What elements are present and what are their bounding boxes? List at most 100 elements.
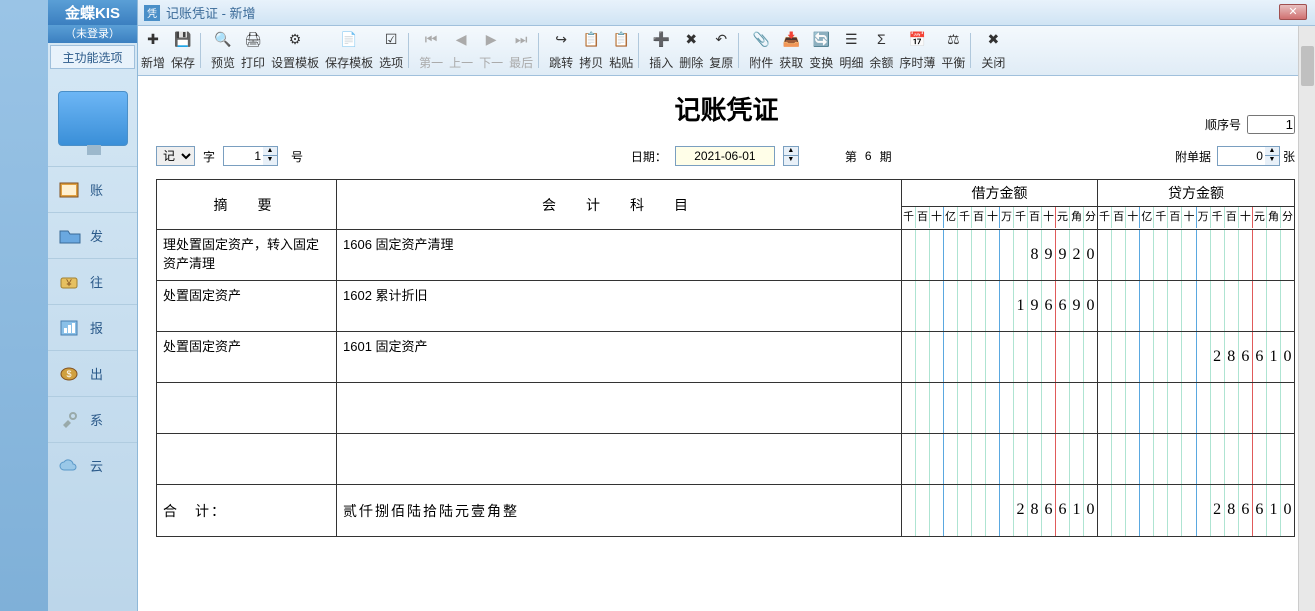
toolbar-restore-button[interactable]: ↶复原 [706,27,736,74]
credit-cell[interactable] [1098,434,1294,484]
sidebar-item-money[interactable]: ￥往 [48,258,137,304]
amount-digit: 6 [1239,332,1253,382]
toolbar-print-button[interactable]: 🖨打印 [238,27,268,74]
login-status: （未登录） [48,25,137,43]
toolbar-settpl-button[interactable]: ⚙设置模板 [268,27,322,74]
sidebar-item-book[interactable]: 账 [48,166,137,212]
amount-digit [944,485,958,536]
toolbar-savetpl-button[interactable]: 📄保存模板 [322,27,376,74]
credit-cell[interactable] [1098,230,1294,280]
summary-cell[interactable]: 处置固定资产 [157,281,337,331]
account-cell[interactable]: 1606 固定资产清理 [337,230,902,280]
amount-digit [1239,434,1253,484]
amount-digit [972,332,986,382]
amount-digit [1182,434,1196,484]
unit-cell: 十 [1182,207,1196,228]
debit-cell[interactable]: 196690 [902,281,1098,331]
amount-digit [1225,230,1239,280]
voucher-row[interactable] [157,434,1294,485]
credit-cell[interactable] [1098,383,1294,433]
toolbar-option-button[interactable]: ☑选项 [376,27,406,74]
toolbar-attach-button[interactable]: 📎附件 [746,27,776,74]
toolbar-preview-button[interactable]: 🔍预览 [208,27,238,74]
voucher-area: 记账凭证 顺序号 记 字 ▲▼ 号 日期： [138,76,1315,611]
debit-cell[interactable] [902,332,1098,382]
voucher-row[interactable]: 理处置固定资产，转入固定资产清理1606 固定资产清理89920 [157,230,1294,281]
book-icon [58,180,82,200]
account-cell[interactable] [337,434,902,484]
scrollbar-thumb[interactable] [1301,46,1314,86]
credit-cell[interactable]: 286610 [1098,332,1294,382]
sidebar-item-cloud[interactable]: 云 [48,442,137,488]
monitor-icon [48,71,137,166]
sidebar-item-label: 云 [90,456,103,475]
option-icon: ☑ [381,30,401,48]
jump-icon: ↪ [551,30,571,48]
sidebar-item-report[interactable]: 报 [48,304,137,350]
amount-digit [1014,230,1028,280]
toolbar-balchk-button[interactable]: ⚖平衡 [938,27,968,74]
toolbar-jump-button[interactable]: ↪跳转 [546,27,576,74]
toolbar-switch-button[interactable]: 🔄变换 [806,27,836,74]
scrollbar-vertical[interactable] [1298,26,1315,611]
voucher-row[interactable]: 处置固定资产1602 累计折旧196690 [157,281,1294,332]
credit-cell[interactable] [1098,281,1294,331]
amount-digit [1168,485,1182,536]
toolbar-new-button[interactable]: ✚新增 [138,27,168,74]
sidebar-main-tab[interactable]: 主功能选项 [50,45,135,69]
voucher-number-input[interactable] [223,146,263,166]
amount-digit [916,230,930,280]
date-input[interactable] [675,146,775,166]
debit-cell[interactable]: 89920 [902,230,1098,280]
sidebar-item-tools[interactable]: 系 [48,396,137,442]
toolbar-insert-button[interactable]: ➕插入 [646,27,676,74]
toolbar-balance-button[interactable]: Σ余额 [866,27,896,74]
toolbar-save-button[interactable]: 💾保存 [168,27,198,74]
debit-cell[interactable] [902,434,1098,484]
account-cell[interactable]: 1601 固定资产 [337,332,902,382]
toolbar-paste-button[interactable]: 📋粘贴 [606,27,636,74]
toolbar-fetch-button[interactable]: 📥获取 [776,27,806,74]
account-cell[interactable] [337,383,902,433]
total-debit: 286610 [902,485,1098,536]
amount-digit [1197,485,1211,536]
voucher-type-select[interactable]: 记 [156,146,195,166]
amount-digit [944,281,958,331]
amount-digit: 2 [1211,332,1225,382]
amount-digit [1182,383,1196,433]
sidebar-item-folder[interactable]: 发 [48,212,137,258]
debit-cell[interactable] [902,383,1098,433]
attach-input[interactable] [1217,146,1265,166]
amount-digit [1070,383,1084,433]
amount-digit [1000,281,1014,331]
amount-digit [1112,383,1126,433]
sidebar-item-cash[interactable]: $出 [48,350,137,396]
summary-cell[interactable]: 处置固定资产 [157,332,337,382]
amount-digit [944,383,958,433]
doc-title: 记账凭证 [148,84,1305,143]
toolbar-close-button[interactable]: ✖关闭 [978,27,1008,74]
voucher-row[interactable]: 处置固定资产1601 固定资产 286610 [157,332,1294,383]
close-icon[interactable]: ✕ [1279,4,1307,20]
date-spinner[interactable]: ▲▼ [783,146,799,166]
account-cell[interactable]: 1602 累计折旧 [337,281,902,331]
voucher-number-spinner[interactable]: ▲▼ [263,146,278,166]
toolbar-label: 序时薄 [899,54,935,71]
toolbar-copy-button[interactable]: 📋拷贝 [576,27,606,74]
summary-cell[interactable]: 理处置固定资产，转入固定资产清理 [157,230,337,280]
amount-digit [958,332,972,382]
toolbar-delete-button[interactable]: ✖删除 [676,27,706,74]
toolbar-detail-button[interactable]: ☰明细 [836,27,866,74]
toolbar-sortopt-button[interactable]: 📅序时薄 [896,27,938,74]
amount-digit [1211,281,1225,331]
summary-cell[interactable] [157,383,337,433]
sidebar-item-label: 往 [90,272,103,291]
attach-spinner[interactable]: ▲▼ [1265,146,1280,166]
amount-digit [1267,281,1281,331]
seq-input[interactable] [1247,115,1295,134]
amount-digit [1112,230,1126,280]
summary-cell[interactable] [157,434,337,484]
voucher-row[interactable] [157,383,1294,434]
amount-digit [1000,434,1014,484]
amount-digit [1000,485,1014,536]
